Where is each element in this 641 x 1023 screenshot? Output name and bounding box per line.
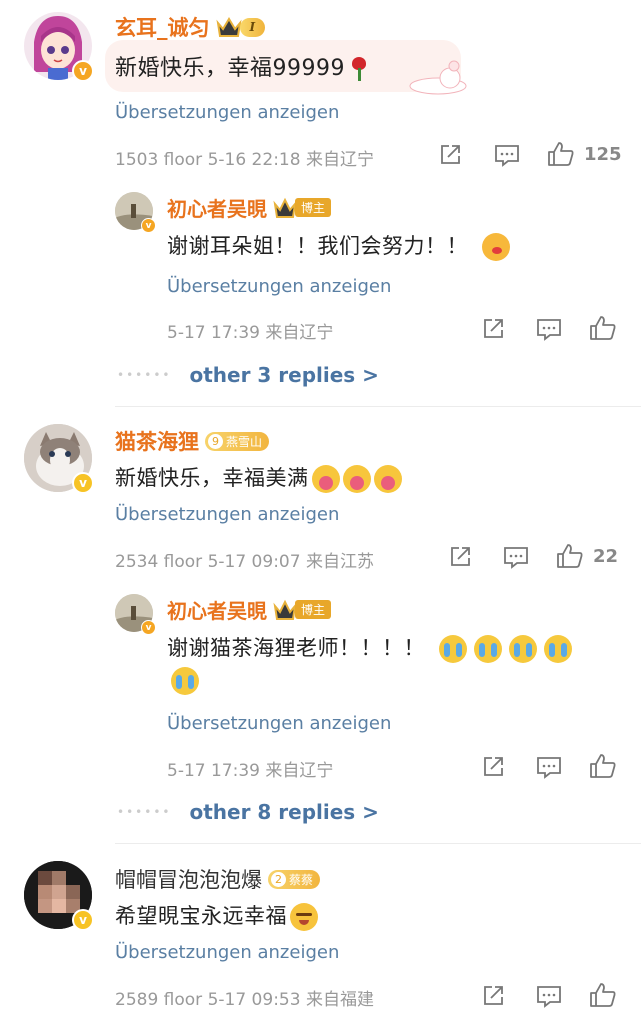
share-icon <box>441 145 460 164</box>
avatar[interactable]: v <box>115 192 156 233</box>
like-button[interactable]: 125 <box>547 141 622 167</box>
share-button[interactable] <box>481 755 505 779</box>
thumbs-up-icon <box>548 142 574 166</box>
thumbs-up-icon <box>590 983 616 1007</box>
like-button[interactable] <box>589 753 617 779</box>
fan-level: 9 <box>208 433 223 449</box>
comment-icon <box>495 145 519 167</box>
more-replies-link[interactable]: •••••• other 8 replies > <box>117 800 379 824</box>
dots-separator: •••••• <box>117 368 172 382</box>
thumbs-up-icon <box>557 544 583 568</box>
author-badge: 博主 <box>273 197 332 219</box>
comment-button[interactable] <box>536 984 562 1008</box>
comment-icon <box>537 757 561 779</box>
reply-meta: 5-17 17:39 来自辽宁 <box>167 761 334 781</box>
flower-emoji-icon <box>311 465 340 493</box>
flower-emoji-icon <box>342 465 371 493</box>
comment-button[interactable] <box>536 755 562 779</box>
reply-username[interactable]: 初心者吴晛 博主 <box>167 193 332 222</box>
comment-button[interactable] <box>494 143 520 167</box>
share-button[interactable] <box>448 545 472 569</box>
reply-meta: 5-17 17:39 来自辽宁 <box>167 323 334 343</box>
fan-tag: 燕雪山 <box>226 434 263 449</box>
reply-text: 谢谢耳朵姐！！我们会努力！！ <box>167 230 510 261</box>
verified-badge-icon: v <box>141 218 156 233</box>
cat-sticker-icon <box>409 60 467 95</box>
comment-text: 新婚快乐，幸福99999 <box>115 50 369 82</box>
comment-meta: 1503 floor 5-16 22:18 来自辽宁 <box>115 150 374 170</box>
crying-emoji-icon <box>509 635 537 663</box>
rose-emoji-icon <box>349 56 369 82</box>
comment-meta: 2534 floor 5-17 09:07 来自江苏 <box>115 552 374 572</box>
fan-tag: 蔡蔡 <box>289 872 314 887</box>
blogger-tag: 博主 <box>295 600 332 619</box>
avatar[interactable]: v <box>24 12 94 82</box>
smiling-emoji-icon <box>290 903 318 931</box>
member-badge: I <box>215 16 266 38</box>
comment-icon <box>504 547 528 569</box>
crying-emoji-icon <box>474 635 502 663</box>
author-badge: 博主 <box>273 599 332 621</box>
more-replies-link[interactable]: •••••• other 3 replies > <box>117 363 379 387</box>
divider <box>115 406 641 407</box>
comment-icon <box>537 319 561 341</box>
kiss-emoji-icon <box>482 233 510 261</box>
crown-icon <box>273 197 297 218</box>
share-icon <box>484 757 503 776</box>
comment-button[interactable] <box>503 545 529 569</box>
like-count: 125 <box>584 143 622 165</box>
thumbs-up-icon <box>590 754 616 778</box>
like-button[interactable]: 22 <box>556 543 618 569</box>
share-icon <box>484 319 503 338</box>
divider <box>115 843 641 844</box>
username[interactable]: 猫茶海狸 9 燕雪山 <box>115 426 270 456</box>
like-button[interactable] <box>589 315 617 341</box>
avatar[interactable]: v <box>115 594 156 635</box>
fan-badge: 2 蔡蔡 <box>268 868 321 890</box>
thumbs-up-icon <box>590 316 616 340</box>
crown-icon <box>273 599 297 620</box>
comment-text: 希望晛宝永远幸福 <box>115 900 318 931</box>
share-icon <box>484 986 503 1005</box>
reply-text: 谢谢猫茶海狸老师！！！！ <box>167 632 572 663</box>
avatar[interactable]: v <box>24 424 94 494</box>
fan-badge: 9 燕雪山 <box>205 430 270 452</box>
level-badge: I <box>239 17 266 37</box>
share-button[interactable] <box>438 143 462 167</box>
crown-icon <box>215 17 242 37</box>
crying-emoji-icon <box>439 635 467 663</box>
comment-icon <box>537 986 561 1008</box>
dots-separator: •••••• <box>117 805 172 819</box>
crying-emoji-icon <box>171 667 199 695</box>
reply-username[interactable]: 初心者吴晛 博主 <box>167 595 332 624</box>
share-button[interactable] <box>481 317 505 341</box>
show-translation-link[interactable]: Übersetzungen anzeigen <box>167 713 391 734</box>
verified-badge-icon: v <box>72 60 94 82</box>
comment-button[interactable] <box>536 317 562 341</box>
show-translation-link[interactable]: Übersetzungen anzeigen <box>115 102 339 123</box>
verified-badge-icon: v <box>72 909 94 931</box>
like-count: 22 <box>593 545 619 567</box>
comment-meta: 2589 floor 5-17 09:53 来自福建 <box>115 990 374 1010</box>
flower-emoji-icon <box>373 465 402 493</box>
fan-level: 2 <box>271 871 286 887</box>
show-translation-link[interactable]: Übersetzungen anzeigen <box>115 942 339 963</box>
crying-emoji-icon <box>544 635 572 663</box>
show-translation-link[interactable]: Übersetzungen anzeigen <box>115 504 339 525</box>
verified-badge-icon: v <box>72 472 94 494</box>
blogger-tag: 博主 <box>295 198 332 217</box>
like-button[interactable] <box>589 982 617 1008</box>
verified-badge-icon: v <box>141 620 156 635</box>
username[interactable]: 帽帽冒泡泡泡爆 2 蔡蔡 <box>115 864 321 894</box>
show-translation-link[interactable]: Übersetzungen anzeigen <box>167 276 391 297</box>
avatar[interactable]: v <box>24 861 94 931</box>
comment-text: 新婚快乐，幸福美满 <box>115 462 402 493</box>
username[interactable]: 玄耳_诚匀 I <box>115 12 266 42</box>
share-icon <box>451 547 470 566</box>
share-button[interactable] <box>481 984 505 1008</box>
